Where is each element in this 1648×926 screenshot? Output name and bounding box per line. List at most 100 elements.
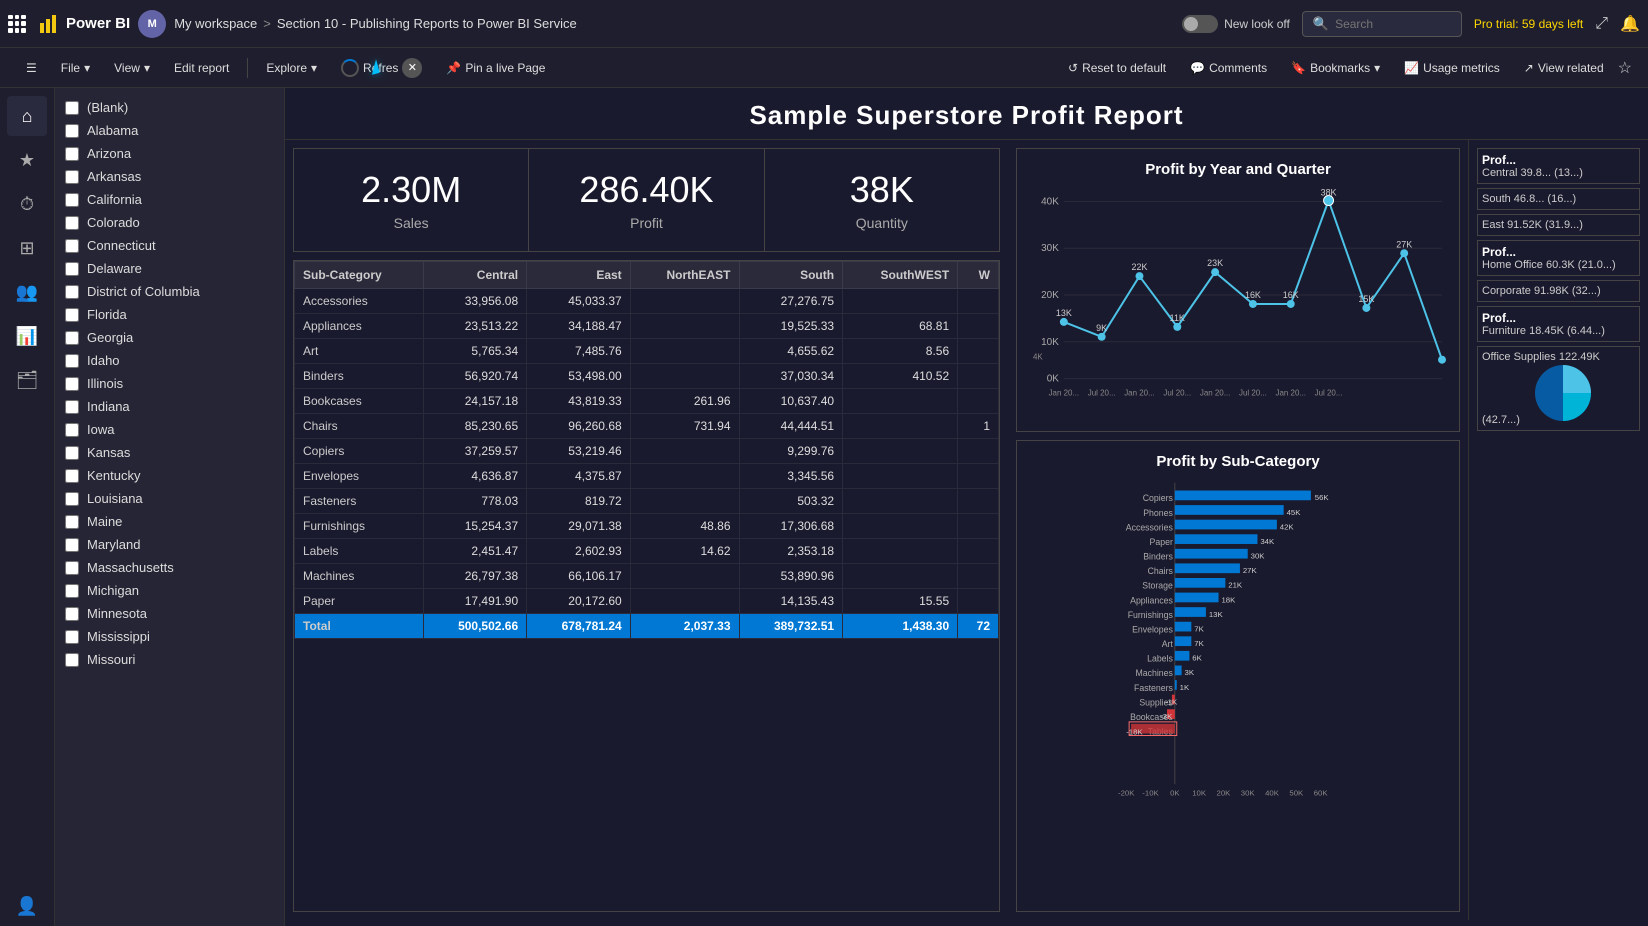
table-row[interactable]: Machines26,797.3866,106.1753,890.96: [295, 564, 999, 589]
view-related-button[interactable]: ↗ View related: [1514, 57, 1614, 79]
pin-button[interactable]: 📌 Pin a live Page: [436, 57, 555, 79]
filter-checkbox[interactable]: [65, 239, 79, 253]
comments-button[interactable]: 💬 Comments: [1180, 57, 1277, 79]
sidebar-item-home[interactable]: ⌂: [7, 96, 47, 136]
explore-button[interactable]: Explore ▾: [256, 57, 327, 79]
filter-checkbox[interactable]: [65, 538, 79, 552]
filter-checkbox[interactable]: [65, 308, 79, 322]
filter-checkbox[interactable]: [65, 124, 79, 138]
filter-item[interactable]: Delaware: [63, 257, 276, 280]
file-menu[interactable]: File ▾: [51, 57, 100, 79]
filter-checkbox[interactable]: [65, 607, 79, 621]
filter-item[interactable]: Colorado: [63, 211, 276, 234]
filter-item[interactable]: Michigan: [63, 579, 276, 602]
edit-report-button[interactable]: Edit report: [164, 57, 239, 79]
table-cell: 17,306.68: [739, 514, 843, 539]
filter-checkbox[interactable]: [65, 170, 79, 184]
table-row[interactable]: Art5,765.347,485.764,655.628.56: [295, 339, 999, 364]
sidebar-item-metrics[interactable]: 📊: [7, 316, 47, 356]
table-row[interactable]: Furnishings15,254.3729,071.3848.8617,306…: [295, 514, 999, 539]
filter-item[interactable]: Maine: [63, 510, 276, 533]
table-row[interactable]: Labels2,451.472,602.9314.622,353.18: [295, 539, 999, 564]
filter-item[interactable]: Connecticut: [63, 234, 276, 257]
table-row[interactable]: Copiers37,259.5753,219.469,299.76: [295, 439, 999, 464]
filter-checkbox[interactable]: [65, 147, 79, 161]
sidebar-item-starred[interactable]: ★: [7, 140, 47, 180]
search-input[interactable]: [1335, 17, 1451, 31]
bookmarks-button[interactable]: 🔖 Bookmarks ▾: [1281, 57, 1390, 79]
hamburger-menu[interactable]: ☰: [16, 57, 47, 79]
usage-metrics-button[interactable]: 📈 Usage metrics: [1394, 57, 1510, 79]
sidebar-item-shared[interactable]: 👥: [7, 272, 47, 312]
table-row[interactable]: Accessories33,956.0845,033.3727,276.75: [295, 289, 999, 314]
filter-checkbox[interactable]: [65, 469, 79, 483]
cancel-refresh-button[interactable]: ✕: [402, 58, 422, 78]
filter-checkbox[interactable]: [65, 584, 79, 598]
table-row[interactable]: Chairs85,230.6596,260.68731.9444,444.511: [295, 414, 999, 439]
table-row[interactable]: Fasteners778.03819.72503.32: [295, 489, 999, 514]
apps-icon[interactable]: [8, 15, 26, 33]
star-icon[interactable]: ☆: [1618, 58, 1632, 78]
reset-button[interactable]: ↺ Reset to default: [1058, 57, 1176, 79]
table-row[interactable]: Envelopes4,636.874,375.873,345.56: [295, 464, 999, 489]
refresh-button[interactable]: Refres ✕: [331, 54, 432, 82]
notification-icon[interactable]: 🔔: [1620, 14, 1640, 34]
table-row[interactable]: Binders56,920.7453,498.0037,030.34410.52: [295, 364, 999, 389]
filter-checkbox[interactable]: [65, 331, 79, 345]
filter-item[interactable]: Indiana: [63, 395, 276, 418]
filter-item[interactable]: Alabama: [63, 119, 276, 142]
filter-checkbox[interactable]: [65, 216, 79, 230]
user-avatar[interactable]: M: [138, 10, 166, 38]
filter-checkbox[interactable]: [65, 101, 79, 115]
view-menu[interactable]: View ▾: [104, 57, 160, 79]
filter-checkbox[interactable]: [65, 492, 79, 506]
filter-item[interactable]: Mississippi: [63, 625, 276, 648]
filter-checkbox[interactable]: [65, 377, 79, 391]
filter-checkbox[interactable]: [65, 354, 79, 368]
filter-checkbox[interactable]: [65, 285, 79, 299]
svg-text:34K: 34K: [1260, 537, 1275, 546]
filter-item[interactable]: Arizona: [63, 142, 276, 165]
filter-item[interactable]: Maryland: [63, 533, 276, 556]
filter-checkbox[interactable]: [65, 515, 79, 529]
filter-checkbox[interactable]: [65, 446, 79, 460]
sidebar-item-account[interactable]: 👤: [7, 886, 47, 926]
filter-item[interactable]: District of Columbia: [63, 280, 276, 303]
search-box[interactable]: 🔍: [1302, 11, 1462, 37]
new-look-toggle[interactable]: New look off: [1182, 15, 1290, 33]
sidebar-item-recent[interactable]: ⏱: [7, 184, 47, 224]
sidebar-item-apps[interactable]: ⊞: [7, 228, 47, 268]
expand-icon[interactable]: ⤢: [1595, 15, 1608, 33]
filter-checkbox[interactable]: [65, 630, 79, 644]
table-row[interactable]: Paper17,491.9020,172.6014,135.4315.55: [295, 589, 999, 614]
table-cell: [843, 539, 958, 564]
table-row[interactable]: Appliances23,513.2234,188.4719,525.3368.…: [295, 314, 999, 339]
svg-text:22K: 22K: [1132, 262, 1148, 272]
filter-item[interactable]: Missouri: [63, 648, 276, 671]
filter-checkbox[interactable]: [65, 400, 79, 414]
sidebar-item-browse[interactable]: 🗂: [7, 360, 47, 400]
filter-item[interactable]: Arkansas: [63, 165, 276, 188]
filter-checkbox[interactable]: [65, 561, 79, 575]
data-table-container[interactable]: Sub-CategoryCentralEastNorthEASTSouthSou…: [293, 260, 1000, 912]
table-row[interactable]: Bookcases24,157.1843,819.33261.9610,637.…: [295, 389, 999, 414]
filter-item[interactable]: Kentucky: [63, 464, 276, 487]
filter-item[interactable]: Florida: [63, 303, 276, 326]
filter-item[interactable]: (Blank): [63, 96, 276, 119]
filter-item[interactable]: Massachusetts: [63, 556, 276, 579]
filter-item[interactable]: California: [63, 188, 276, 211]
filter-item[interactable]: Minnesota: [63, 602, 276, 625]
filter-item[interactable]: Kansas: [63, 441, 276, 464]
filter-checkbox[interactable]: [65, 193, 79, 207]
table-column-header: South: [739, 262, 843, 289]
table-cell: 37,030.34: [739, 364, 843, 389]
filter-item[interactable]: Idaho: [63, 349, 276, 372]
filter-checkbox[interactable]: [65, 653, 79, 667]
table-cell: [958, 564, 999, 589]
filter-checkbox[interactable]: [65, 262, 79, 276]
filter-item[interactable]: Georgia: [63, 326, 276, 349]
filter-checkbox[interactable]: [65, 423, 79, 437]
filter-item[interactable]: Iowa: [63, 418, 276, 441]
filter-item[interactable]: Louisiana: [63, 487, 276, 510]
filter-item[interactable]: Illinois: [63, 372, 276, 395]
